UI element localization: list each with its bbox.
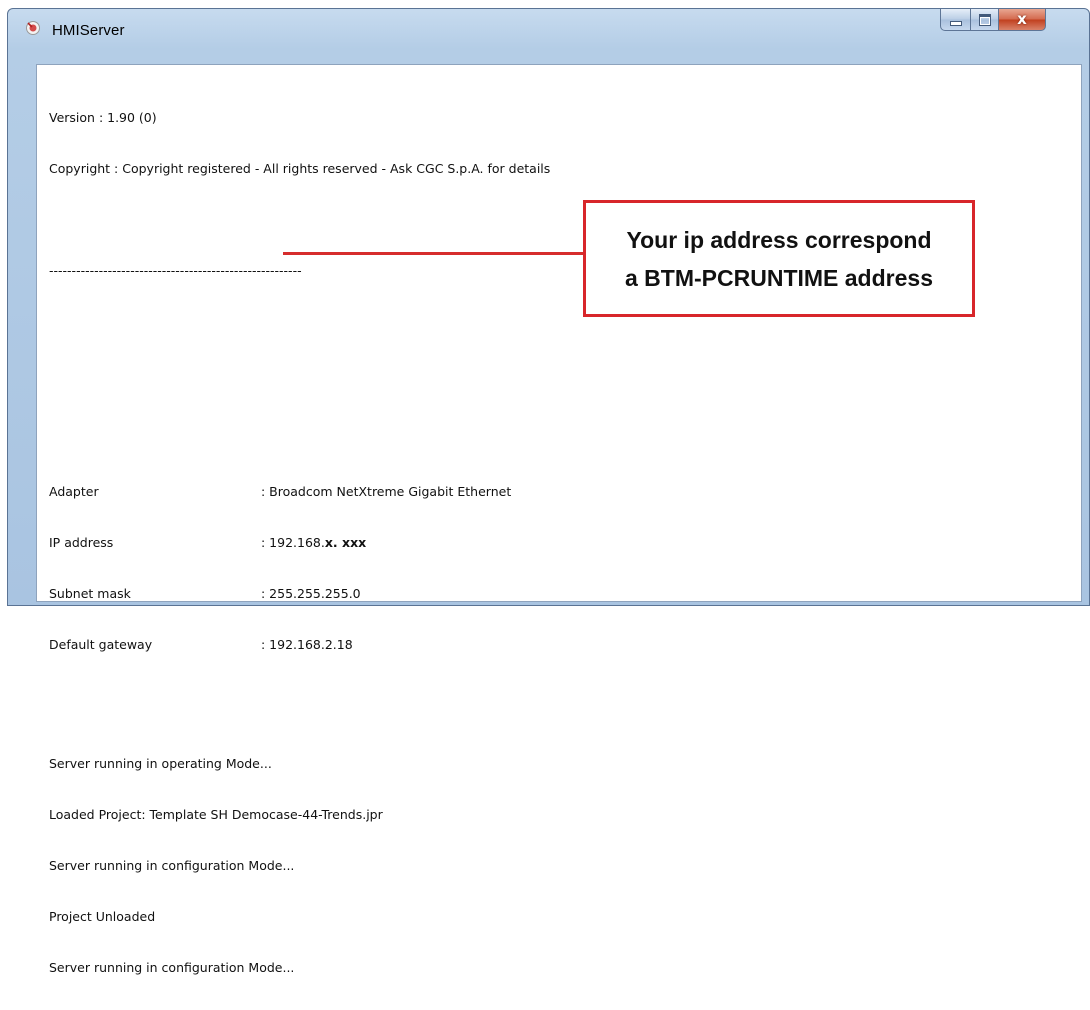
- ip-address-prefix: : 192.168.: [261, 535, 325, 550]
- hmiserver-window: HMIServer x Version : 1.90 (0) Copyright…: [7, 8, 1090, 975]
- hmi-app-icon: [26, 21, 40, 35]
- maximize-button[interactable]: [970, 9, 999, 31]
- default-gateway-label: Default gateway: [49, 637, 153, 652]
- annotation-underline: [283, 252, 618, 255]
- minimize-button[interactable]: [940, 9, 971, 31]
- copyright-line: Copyright : Copyright registered - All r…: [49, 161, 551, 176]
- close-icon: x: [1017, 10, 1027, 28]
- adapter-value: : Broadcom NetXtreme Gigabit Ethernet: [261, 484, 512, 499]
- log-message: Loaded Project: Template SH Democase-44-…: [49, 807, 383, 822]
- subnet-mask-row: Subnet mask : 255.255.255.0: [49, 585, 550, 602]
- log-message: Project Unloaded: [49, 909, 156, 924]
- adapter-label: Adapter: [49, 484, 99, 499]
- log-message: Server running in operating Mode...: [49, 756, 272, 771]
- subnet-mask-label: Subnet mask: [49, 586, 131, 601]
- ip-address-row: IP address : 192.168.x. xxx: [49, 534, 550, 551]
- ip-address-label: IP address: [49, 535, 114, 550]
- maximize-icon: [978, 13, 991, 26]
- version-line: Version : 1.90 (0): [49, 110, 157, 125]
- close-button[interactable]: x: [998, 9, 1046, 31]
- log-message: Server running in configuration Mode...: [49, 960, 295, 975]
- server-log: Version : 1.90 (0) Copyright : Copyright…: [49, 75, 550, 1010]
- adapter-row: Adapter : Broadcom NetXtreme Gigabit Eth…: [49, 483, 550, 500]
- ip-address-masked: x. xxx: [324, 535, 367, 550]
- title-bar[interactable]: HMIServer x: [8, 9, 1089, 51]
- default-gateway-value: : 192.168.2.18: [261, 637, 353, 652]
- window-title: HMIServer: [52, 22, 125, 39]
- minimize-icon: [949, 21, 962, 26]
- annotation-line-2: a BTM-PCRUNTIME address: [625, 264, 933, 291]
- log-output-area[interactable]: Version : 1.90 (0) Copyright : Copyright…: [36, 64, 1082, 975]
- log-message: Server running in configuration Mode...: [49, 858, 295, 873]
- subnet-mask-value: : 255.255.255.0: [261, 586, 361, 601]
- separator-line: ----------------------------------------…: [49, 263, 302, 278]
- annotation-line-1: Your ip address correspond: [626, 226, 932, 253]
- default-gateway-row: Default gateway : 192.168.2.18: [49, 636, 550, 653]
- annotation-callout: Your ip address correspond a BTM-PCRUNTI…: [583, 200, 975, 317]
- ip-address-value: : 192.168.x. xxx: [261, 534, 366, 551]
